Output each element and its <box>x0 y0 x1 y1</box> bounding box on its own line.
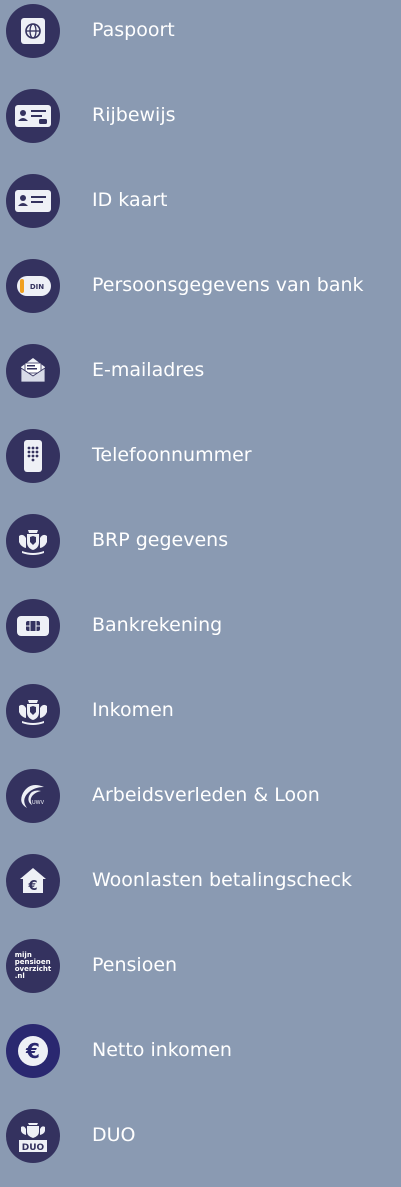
list-item-persoonsgegevens-van-bank[interactable]: DIN Persoonsgegevens van bank <box>0 257 401 317</box>
list-item-rijbewijs[interactable]: Rijbewijs <box>0 87 401 147</box>
list-item-pensioen[interactable]: mijn pensioen overzicht .nl Pensioen <box>0 937 401 997</box>
uwv-logo-icon: UWV <box>6 769 60 823</box>
coat-of-arms-icon <box>6 514 60 568</box>
item-label: Rijbewijs <box>92 104 176 126</box>
coat-of-arms-icon <box>6 684 60 738</box>
list-item-woonlasten-betalingscheck[interactable]: € Woonlasten betalingscheck <box>0 852 401 912</box>
drivers-license-icon <box>6 89 60 143</box>
item-label: BRP gegevens <box>92 529 229 551</box>
list-item-id-kaart[interactable]: ID kaart <box>0 172 401 232</box>
item-label: Paspoort <box>92 19 175 41</box>
identity-source-list: Paspoort Rijbewijs ID kaart DIN Persoons… <box>0 0 401 1187</box>
item-label: Inkomen <box>92 699 174 721</box>
item-label: Netto inkomen <box>92 1039 232 1061</box>
item-label: Bankrekening <box>92 614 223 636</box>
item-label: ID kaart <box>92 189 168 211</box>
item-label: E-mailadres <box>92 359 205 381</box>
item-label: Persoonsgegevens van bank <box>92 274 364 296</box>
phone-keypad-icon <box>6 429 60 483</box>
list-item-brp-gegevens[interactable]: BRP gegevens <box>0 512 401 572</box>
item-label: DUO <box>92 1124 136 1146</box>
list-item-e-mailadres[interactable]: E-mailadres <box>0 342 401 402</box>
item-label: Telefoonnummer <box>92 444 252 466</box>
duo-logo-text: DUO <box>22 1143 45 1153</box>
passport-icon <box>6 4 60 58</box>
envelope-icon <box>6 344 60 398</box>
list-item-telefoonnummer[interactable]: Telefoonnummer <box>0 427 401 487</box>
svg-text:UWV: UWV <box>32 800 45 806</box>
bank-identity-icon: DIN <box>6 259 60 313</box>
item-label: Pensioen <box>92 954 178 976</box>
house-euro-icon: € <box>6 854 60 908</box>
id-card-icon <box>6 174 60 228</box>
list-item-paspoort[interactable]: Paspoort <box>0 2 401 62</box>
list-item-netto-inkomen[interactable]: € Netto inkomen <box>0 1022 401 1082</box>
svg-text:€: € <box>27 879 37 894</box>
svg-text:€: € <box>25 1039 40 1063</box>
list-item-arbeidsverleden-loon[interactable]: UWV Arbeidsverleden & Loon <box>0 767 401 827</box>
bank-card-icon <box>6 599 60 653</box>
list-item-inkomen[interactable]: Inkomen <box>0 682 401 742</box>
item-label: Woonlasten betalingscheck <box>92 869 353 891</box>
list-item-duo[interactable]: DUO DUO <box>0 1107 401 1167</box>
mijnpensioenoverzicht-logo-icon: mijn pensioen overzicht .nl <box>6 939 60 993</box>
duo-logo-icon: DUO <box>6 1109 60 1163</box>
euro-icon: € <box>6 1024 60 1078</box>
svg-text:DIN: DIN <box>30 283 44 291</box>
item-label: Arbeidsverleden & Loon <box>92 784 320 806</box>
pension-logo-text: mijn pensioen overzicht .nl <box>14 951 52 980</box>
list-item-bankrekening[interactable]: Bankrekening <box>0 597 401 657</box>
